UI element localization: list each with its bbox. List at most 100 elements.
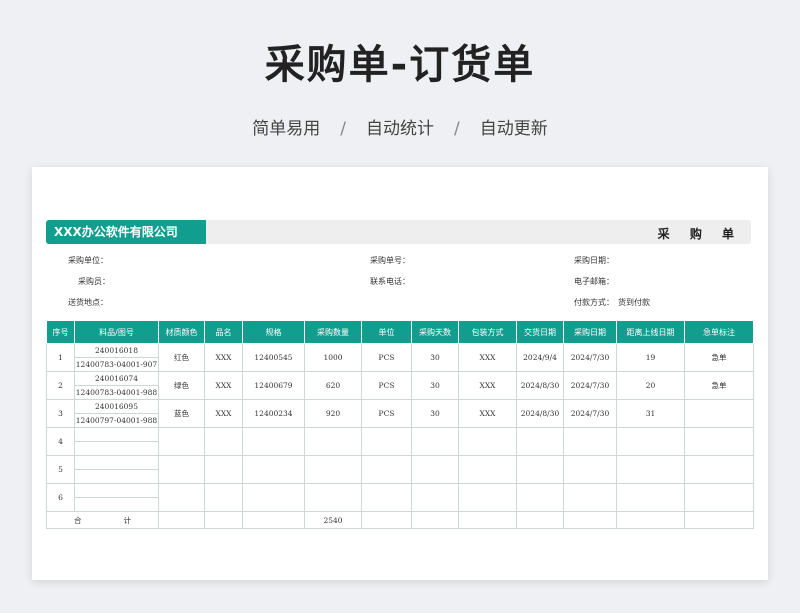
- table-cell-pack[interactable]: [458, 483, 517, 512]
- row-number-cell[interactable]: 1: [46, 343, 75, 372]
- table-cell-unit[interactable]: PCS: [361, 343, 412, 372]
- table-cell-qty[interactable]: 1000: [304, 343, 362, 372]
- field-buyer[interactable]: 采购员：: [78, 276, 114, 287]
- table-cell-until[interactable]: 31: [616, 399, 685, 428]
- table-cell-delivery[interactable]: 2024/9/4: [516, 343, 564, 372]
- table-cell-purchase[interactable]: 2024/7/30: [563, 399, 617, 428]
- table-cell-qty[interactable]: [304, 455, 362, 484]
- table-cell-unit[interactable]: [361, 427, 412, 456]
- table-cell-spec[interactable]: [242, 483, 305, 512]
- table-cell-urgent[interactable]: 急单: [684, 371, 754, 400]
- table-cell-days[interactable]: [411, 455, 459, 484]
- table-cell-until[interactable]: [616, 483, 685, 512]
- table-cell-delivery[interactable]: 2024/8/30: [516, 399, 564, 428]
- table-cell-days[interactable]: [411, 483, 459, 512]
- column-header[interactable]: 料品/图号: [74, 320, 159, 344]
- drawing-number[interactable]: 12400797-04001-988: [75, 414, 158, 427]
- table-cell-days[interactable]: [411, 427, 459, 456]
- table-cell-until[interactable]: [616, 455, 685, 484]
- table-cell-urgent[interactable]: [684, 427, 754, 456]
- table-cell-unit[interactable]: [361, 455, 412, 484]
- item-number[interactable]: 240016095: [75, 400, 158, 414]
- table-cell[interactable]: [458, 511, 517, 529]
- table-cell-name[interactable]: [204, 427, 243, 456]
- table-cell-until[interactable]: [616, 427, 685, 456]
- table-cell-days[interactable]: 30: [411, 343, 459, 372]
- table-cell-qty[interactable]: [304, 483, 362, 512]
- item-code-cell[interactable]: [74, 483, 159, 512]
- table-cell-color[interactable]: [158, 483, 205, 512]
- column-header[interactable]: 距离上线日期: [616, 320, 685, 344]
- table-cell-name[interactable]: [204, 455, 243, 484]
- table-cell-pack[interactable]: XXX: [458, 371, 517, 400]
- table-cell-pack[interactable]: XXX: [458, 399, 517, 428]
- drawing-number[interactable]: [75, 442, 158, 455]
- drawing-number[interactable]: [75, 498, 158, 511]
- item-number[interactable]: [75, 456, 158, 470]
- column-header[interactable]: 包装方式: [458, 320, 517, 344]
- total-qty-cell[interactable]: 2540: [304, 511, 362, 529]
- total-label-cell[interactable]: 合计: [46, 511, 159, 529]
- table-cell-spec[interactable]: 12400234: [242, 399, 305, 428]
- drawing-number[interactable]: 12400783-04001-988: [75, 386, 158, 399]
- table-cell-purchase[interactable]: [563, 427, 617, 456]
- field-value[interactable]: 货到付款: [618, 298, 650, 307]
- table-cell-spec[interactable]: 12400545: [242, 343, 305, 372]
- table-cell[interactable]: [361, 511, 412, 529]
- table-cell-name[interactable]: XXX: [204, 343, 243, 372]
- table-cell-qty[interactable]: 620: [304, 371, 362, 400]
- field-purchase-no[interactable]: 采购单号：: [370, 255, 414, 266]
- table-cell-days[interactable]: 30: [411, 399, 459, 428]
- table-cell[interactable]: [563, 511, 617, 529]
- table-cell-qty[interactable]: [304, 427, 362, 456]
- table-cell-pack[interactable]: [458, 427, 517, 456]
- table-cell-purchase[interactable]: [563, 483, 617, 512]
- table-cell[interactable]: [204, 511, 243, 529]
- table-cell-days[interactable]: 30: [411, 371, 459, 400]
- table-cell-spec[interactable]: [242, 427, 305, 456]
- table-cell-delivery[interactable]: [516, 455, 564, 484]
- table-cell-color[interactable]: 红色: [158, 343, 205, 372]
- table-cell-name[interactable]: XXX: [204, 371, 243, 400]
- item-code-cell[interactable]: [74, 455, 159, 484]
- table-cell[interactable]: [242, 511, 305, 529]
- field-payment-method[interactable]: 付款方式： 货到付款: [574, 297, 650, 308]
- table-cell[interactable]: [158, 511, 205, 529]
- column-header[interactable]: 急单标注: [684, 320, 754, 344]
- row-number-cell[interactable]: 6: [46, 483, 75, 512]
- row-number-cell[interactable]: 3: [46, 399, 75, 428]
- table-cell-color[interactable]: [158, 455, 205, 484]
- drawing-number[interactable]: [75, 470, 158, 483]
- row-number-cell[interactable]: 2: [46, 371, 75, 400]
- item-code-cell[interactable]: 240016018 12400783-04001-907: [74, 343, 159, 372]
- table-cell-unit[interactable]: [361, 483, 412, 512]
- table-cell-delivery[interactable]: [516, 483, 564, 512]
- table-cell[interactable]: [684, 511, 754, 529]
- field-purchase-unit[interactable]: 采购单位：: [68, 255, 112, 266]
- table-cell[interactable]: [411, 511, 459, 529]
- table-cell-color[interactable]: 绿色: [158, 371, 205, 400]
- row-number-cell[interactable]: 4: [46, 427, 75, 456]
- table-cell-name[interactable]: [204, 483, 243, 512]
- table-cell-until[interactable]: 19: [616, 343, 685, 372]
- item-number[interactable]: [75, 428, 158, 442]
- table-cell-delivery[interactable]: 2024/8/30: [516, 371, 564, 400]
- table-cell[interactable]: [616, 511, 685, 529]
- column-header[interactable]: 采购天数: [411, 320, 459, 344]
- table-cell-color[interactable]: [158, 427, 205, 456]
- item-code-cell[interactable]: 240016095 12400797-04001-988: [74, 399, 159, 428]
- item-number[interactable]: 240016074: [75, 372, 158, 386]
- table-cell-purchase[interactable]: 2024/7/30: [563, 371, 617, 400]
- table-cell-urgent[interactable]: [684, 399, 754, 428]
- field-purchase-date[interactable]: 采购日期：: [574, 255, 618, 266]
- table-cell-urgent[interactable]: [684, 455, 754, 484]
- field-phone[interactable]: 联系电话：: [370, 276, 414, 287]
- table-cell-purchase[interactable]: 2024/7/30: [563, 343, 617, 372]
- column-header[interactable]: 品名: [204, 320, 243, 344]
- table-cell-pack[interactable]: [458, 455, 517, 484]
- table-cell[interactable]: [516, 511, 564, 529]
- column-header[interactable]: 序号: [46, 320, 75, 344]
- item-code-cell[interactable]: 240016074 12400783-04001-988: [74, 371, 159, 400]
- table-cell-name[interactable]: XXX: [204, 399, 243, 428]
- item-number[interactable]: 240016018: [75, 344, 158, 358]
